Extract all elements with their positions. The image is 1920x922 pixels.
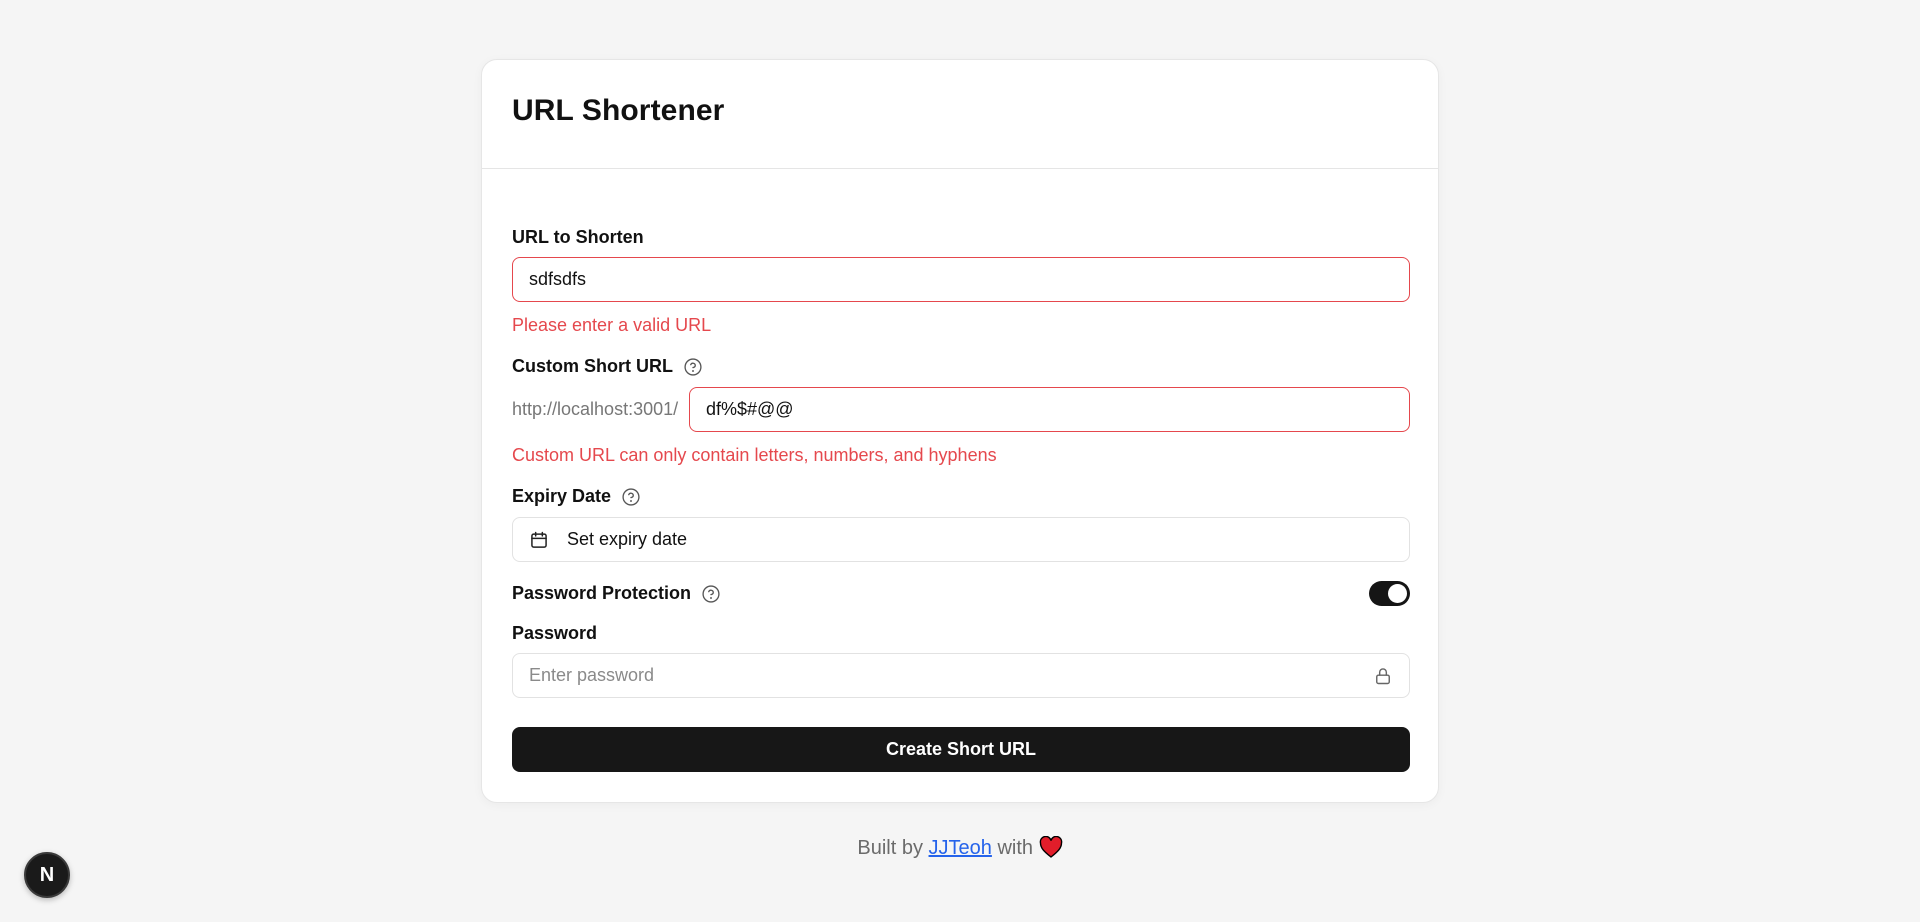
custom-url-label-text: Custom Short URL <box>512 356 673 376</box>
password-label-text: Password <box>512 623 598 643</box>
custom-url-input-value: df%$#@@ <box>706 399 794 419</box>
toggle-knob <box>1388 584 1407 603</box>
custom-url-error-message: Custom URL can only contain letters, num… <box>512 445 997 465</box>
url-shortener-card: URL Shortener URL to Shorten sdfsdfs Ple… <box>481 59 1439 803</box>
author-link[interactable]: JJTeoh <box>929 837 992 859</box>
custom-url-input[interactable]: df%$#@@ <box>689 387 1410 432</box>
nextjs-devtools-badge[interactable]: N <box>24 852 70 898</box>
password-protection-label-text: Password Protection <box>512 583 692 603</box>
expiry-date-button[interactable]: Set expiry date <box>512 517 1410 562</box>
heart-icon <box>1039 835 1062 858</box>
footer-prefix: Built by <box>857 837 923 859</box>
url-input[interactable]: sdfsdfs <box>512 257 1410 302</box>
help-circle-icon[interactable] <box>701 584 721 604</box>
page-title: URL Shortener <box>512 94 725 127</box>
password-placeholder: Enter password <box>529 665 655 685</box>
url-field-label: URL to Shorten <box>512 227 644 248</box>
calendar-icon <box>531 531 547 548</box>
password-input[interactable]: Enter password <box>512 653 1410 698</box>
password-protection-label: Password Protection <box>512 583 721 604</box>
lock-icon <box>1376 667 1390 684</box>
url-error-message: Please enter a valid URL <box>512 315 712 335</box>
custom-url-prefix: http://localhost:3001/ <box>512 399 679 419</box>
password-label: Password <box>512 623 597 644</box>
expiry-label-text: Expiry Date <box>512 486 612 506</box>
card-header: URL Shortener <box>482 60 1438 169</box>
footer: Built by JJTeoh with <box>0 835 1920 860</box>
password-protection-toggle[interactable] <box>1369 581 1410 606</box>
expiry-button-text: Set expiry date <box>567 529 688 549</box>
footer-suffix: with <box>997 837 1034 859</box>
nextjs-logo-icon: N <box>39 863 55 886</box>
custom-url-label: Custom Short URL <box>512 356 703 377</box>
help-circle-icon[interactable] <box>683 357 703 377</box>
expiry-label: Expiry Date <box>512 486 641 507</box>
create-short-url-button[interactable]: Create Short URL <box>512 727 1410 772</box>
url-input-value: sdfsdfs <box>529 269 587 289</box>
help-circle-icon[interactable] <box>621 487 641 507</box>
url-field-label-text: URL to Shorten <box>512 227 644 247</box>
